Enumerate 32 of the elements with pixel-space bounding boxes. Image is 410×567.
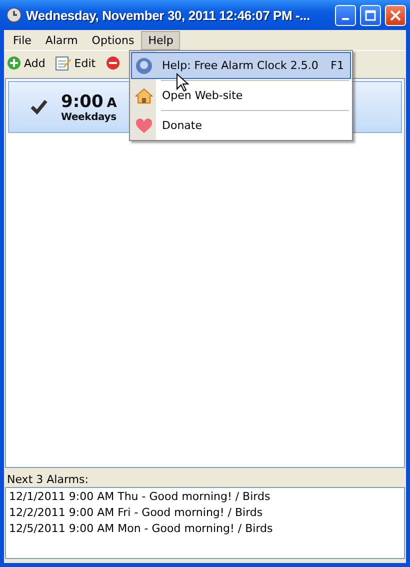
menu-item[interactable]: File — [6, 30, 38, 50]
alarm-time: 9:00 — [61, 92, 104, 112]
notepad-pencil-icon — [55, 55, 72, 71]
add-icon — [7, 56, 21, 70]
alarm-time-suffix: A — [106, 96, 117, 110]
minimize-button[interactable] — [335, 4, 356, 26]
next-alarm-entry: 12/1/2011 9:00 AM Thu - Good morning! / Birds — [9, 490, 272, 503]
menu-item[interactable]: Options — [84, 30, 142, 50]
maximize-button[interactable] — [360, 4, 381, 26]
menu-item[interactable]: Alarm — [38, 30, 85, 50]
delete-button[interactable] — [106, 56, 120, 70]
next-alarms-label: Next 3 Alarms: — [6, 472, 90, 487]
house-icon — [135, 86, 153, 104]
edit-button[interactable]: Edit — [55, 55, 96, 71]
menu-entry[interactable]: Open Web-site — [131, 82, 351, 109]
menu-item[interactable]: Help — [141, 30, 180, 50]
window-title: Wednesday, November 30, 2011 12:46:07 PM -... — [26, 8, 311, 22]
menu-entry[interactable]: Donate — [131, 112, 351, 139]
clock-icon — [6, 7, 22, 23]
checkbox[interactable] — [29, 97, 49, 117]
alarm-repeat: Weekdays — [61, 112, 117, 122]
menu-entry[interactable]: Help: Free Alarm Clock 2.5.0 F1 — [131, 52, 351, 79]
shortcut-key: F1 — [330, 59, 344, 72]
next-alarm-entry: 12/5/2011 9:00 AM Mon - Good morning! / Birds — [9, 522, 274, 535]
add-button[interactable]: Add — [7, 56, 46, 70]
heart-icon — [135, 118, 153, 134]
next-alarm-entry: 12/2/2011 9:00 AM Fri - Good morning! / Birds — [9, 506, 264, 519]
minimize-icon — [342, 18, 349, 20]
close-icon — [390, 10, 401, 20]
delete-icon — [106, 56, 120, 70]
close-button[interactable] — [385, 4, 406, 26]
maximize-icon — [365, 10, 376, 20]
